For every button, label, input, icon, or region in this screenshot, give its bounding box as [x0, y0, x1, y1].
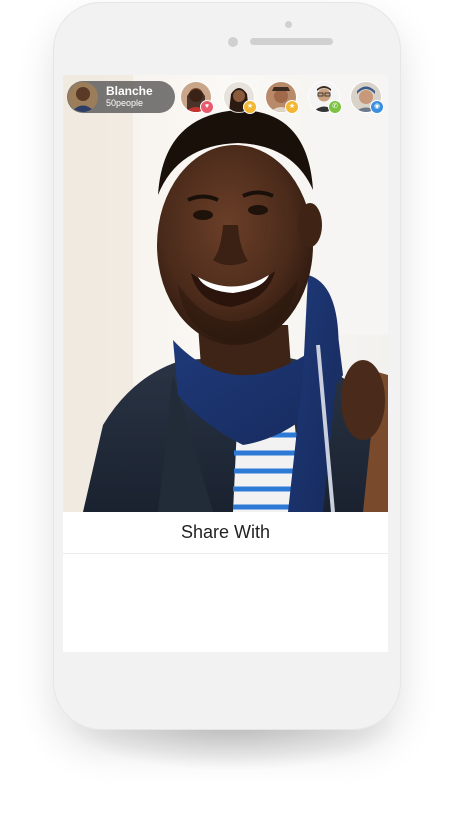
friend-avatar-5[interactable]: ◉ [350, 81, 384, 114]
shared-photo[interactable] [63, 75, 388, 512]
share-with-title: Share With [180, 522, 271, 542]
user-name: Blanche [106, 84, 153, 98]
proximity-sensor [285, 21, 292, 28]
phone-icon: ✆ [328, 100, 342, 114]
heart-icon: ♥ [200, 100, 214, 114]
friend-avatar-1[interactable]: ♥ [180, 81, 214, 114]
share-options-area [63, 554, 388, 652]
friend-avatar-4[interactable]: ✆ [308, 81, 342, 114]
star-icon: ★ [285, 100, 299, 114]
friend-avatar-2[interactable]: ★ [223, 81, 257, 114]
friend-avatar-3[interactable]: ★ [265, 81, 299, 114]
earpiece-speaker [250, 38, 333, 45]
user-count: 50people [106, 98, 144, 108]
camera-icon: ◉ [370, 100, 384, 114]
user-avatar [68, 82, 98, 112]
star-icon: ★ [243, 100, 257, 114]
front-camera [228, 37, 238, 47]
app-screen: Blanche 50people ♥ ★ ★ ✆ ◉ Share With [63, 75, 388, 652]
current-user-pill[interactable]: Blanche 50people [67, 81, 175, 113]
